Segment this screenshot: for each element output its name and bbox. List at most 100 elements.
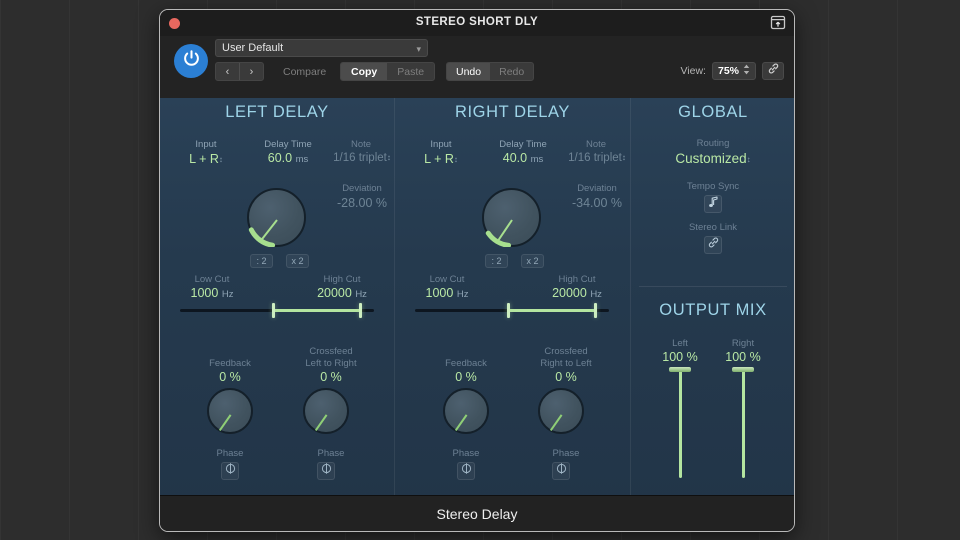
view-label: View: [680, 65, 706, 77]
left-input-text: L + R [189, 152, 219, 166]
left-high-cut-value[interactable]: 20000 Hz [300, 286, 384, 300]
detach-window-icon[interactable] [770, 15, 786, 30]
prev-preset-button[interactable]: ‹ [216, 63, 239, 80]
stepper-updown-icon: ↕ [219, 155, 223, 164]
undo-button[interactable]: Undo [447, 63, 490, 80]
right-crossfeed-knob[interactable] [538, 388, 584, 434]
left-crossfeed-label-1: Crossfeed [282, 346, 380, 357]
left-input-label: Input [172, 139, 240, 150]
chevron-down-icon: ▾ [416, 45, 421, 53]
right-low-cut-value[interactable]: 1000 Hz [405, 286, 489, 300]
zoom-value: 75% [718, 65, 739, 77]
link-button[interactable] [762, 62, 784, 80]
left-phase-a-label: Phase [188, 448, 272, 459]
right-input-value[interactable]: L + R↕ [407, 152, 475, 166]
link-icon [767, 62, 780, 80]
left-note-label: Note [320, 139, 402, 150]
left-delay-time-unit: ms [296, 154, 309, 165]
stepper-updown-icon: ↕ [747, 155, 751, 164]
left-crossfeed-label-2: Left to Right [282, 358, 380, 369]
right-cut-slider-fill [508, 309, 596, 312]
left-feedback-label: Feedback [188, 358, 272, 369]
output-right-label: Right [711, 338, 775, 349]
undo-redo-group: Undo Redo [446, 62, 534, 81]
output-left-fader-fill [679, 370, 682, 478]
left-multiply-2-button[interactable]: x 2 [286, 254, 309, 268]
left-delay-time-knob[interactable] [247, 188, 306, 247]
left-low-cut-number: 1000 [191, 286, 219, 300]
output-left-fader-handle[interactable] [669, 367, 691, 372]
routing-value[interactable]: Customized↕ [631, 151, 795, 166]
left-deviation-value[interactable]: -28.00 % [318, 196, 406, 210]
right-crossfeed-label-1: Crossfeed [517, 346, 615, 357]
left-phase-b-label: Phase [282, 448, 380, 459]
left-input-value[interactable]: L + R↕ [172, 152, 240, 166]
section-title-output-mix: OUTPUT MIX [631, 301, 795, 320]
stereo-link-label: Stereo Link [631, 222, 795, 233]
left-high-cut-unit: Hz [355, 289, 367, 300]
phase-invert-icon [320, 462, 333, 480]
section-title-left-delay: LEFT DELAY [160, 103, 394, 122]
next-preset-button[interactable]: › [240, 63, 263, 80]
left-deviation-label: Deviation [318, 183, 406, 194]
view-controls: View: 75% [680, 62, 784, 80]
left-feedback-knob[interactable] [207, 388, 253, 434]
left-phase-a-button[interactable] [221, 462, 239, 480]
tempo-sync-button[interactable] [704, 195, 722, 213]
right-feedback-value[interactable]: 0 % [424, 370, 508, 384]
right-divide-2-button[interactable]: : 2 [485, 254, 508, 268]
zoom-stepper[interactable]: 75% [712, 62, 756, 80]
output-left-value[interactable]: 100 % [648, 350, 712, 364]
left-feedback-value[interactable]: 0 % [188, 370, 272, 384]
routing-label: Routing [631, 138, 795, 149]
plugin-window: STEREO SHORT DLY User Default ▾ ‹ [159, 9, 795, 532]
phase-invert-icon [555, 462, 568, 480]
preset-dropdown[interactable]: User Default ▾ [215, 39, 428, 57]
right-high-cut-value[interactable]: 20000 Hz [535, 286, 619, 300]
left-high-cut-handle[interactable] [359, 303, 362, 318]
copy-paste-group: Copy Paste [340, 62, 435, 81]
phase-invert-icon [224, 462, 237, 480]
right-multiply-2-button[interactable]: x 2 [521, 254, 544, 268]
music-note-icon [708, 195, 719, 213]
power-button[interactable] [174, 44, 208, 78]
routing-text: Customized [675, 151, 746, 166]
stereo-link-button[interactable] [704, 236, 722, 254]
left-phase-b-button[interactable] [317, 462, 335, 480]
left-low-cut-handle[interactable] [272, 303, 275, 318]
right-delay-time-knob[interactable] [482, 188, 541, 247]
right-phase-b-label: Phase [517, 448, 615, 459]
stepper-updown-icon: ↕ [622, 153, 626, 162]
right-high-cut-handle[interactable] [594, 303, 597, 318]
right-phase-a-button[interactable] [457, 462, 475, 480]
section-title-right-delay: RIGHT DELAY [395, 103, 630, 122]
preset-value: User Default [222, 42, 283, 54]
right-deviation-label: Deviation [553, 183, 641, 194]
output-right-fader-handle[interactable] [732, 367, 754, 372]
preset-nav-group: ‹ › [215, 62, 264, 81]
output-right-fader-fill [742, 370, 745, 478]
left-high-cut-label: High Cut [300, 274, 384, 285]
copy-button[interactable]: Copy [341, 63, 387, 80]
left-cut-slider-fill [273, 309, 361, 312]
output-right-value[interactable]: 100 % [711, 350, 775, 364]
right-deviation-value[interactable]: -34.00 % [553, 196, 641, 210]
right-crossfeed-value[interactable]: 0 % [517, 370, 615, 384]
right-low-cut-handle[interactable] [507, 303, 510, 318]
left-crossfeed-value[interactable]: 0 % [282, 370, 380, 384]
right-crossfeed-label-2: Right to Left [517, 358, 615, 369]
compare-button[interactable]: Compare [273, 62, 336, 81]
right-feedback-knob[interactable] [443, 388, 489, 434]
right-note-value[interactable]: 1/16 triplet↕ [551, 152, 643, 164]
left-low-cut-value[interactable]: 1000 Hz [170, 286, 254, 300]
right-high-cut-number: 20000 [552, 286, 587, 300]
paste-button[interactable]: Paste [387, 63, 434, 80]
left-divide-2-button[interactable]: : 2 [250, 254, 273, 268]
right-note-text: 1/16 triplet [568, 152, 622, 164]
left-crossfeed-knob[interactable] [303, 388, 349, 434]
right-phase-b-button[interactable] [552, 462, 570, 480]
redo-button[interactable]: Redo [490, 63, 533, 80]
left-note-value[interactable]: 1/16 triplet↕ [316, 152, 408, 164]
phase-invert-icon [460, 462, 473, 480]
left-delay-time-number: 60.0 [268, 151, 292, 165]
